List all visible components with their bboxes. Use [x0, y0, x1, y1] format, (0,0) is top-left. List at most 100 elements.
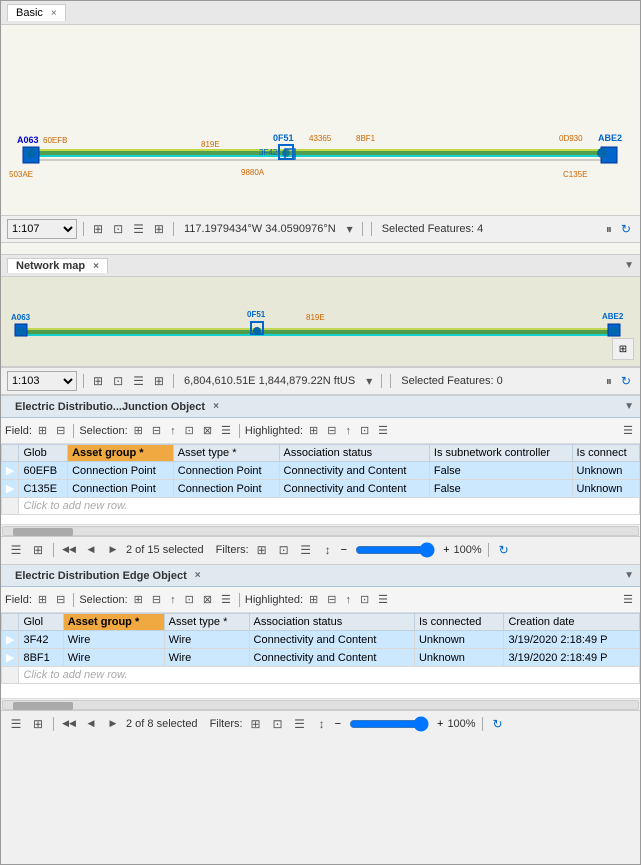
- nav-first-btn[interactable]: ◀◀: [60, 541, 78, 559]
- network-scale-select[interactable]: 1:103: [7, 371, 77, 391]
- edge-collapse[interactable]: ▼: [624, 570, 634, 581]
- zoom-out-icon[interactable]: −: [341, 544, 347, 556]
- network-map-tab[interactable]: Network map ×: [7, 258, 108, 273]
- edge-h-scroll[interactable]: [1, 698, 640, 710]
- col-glob[interactable]: Glob: [19, 445, 68, 462]
- hi-btn1[interactable]: ⊞: [306, 422, 321, 439]
- hi-btn3[interactable]: ↑: [342, 423, 354, 439]
- junction-menu-btn[interactable]: ☰: [620, 422, 636, 439]
- edge-hi-btn5[interactable]: ☰: [375, 591, 391, 608]
- layer-list-btn[interactable]: ☰: [130, 221, 147, 237]
- edge-nav-first-btn[interactable]: ◀◀: [60, 715, 78, 733]
- edge-col-creation-date[interactable]: Creation date: [504, 614, 640, 631]
- edge-field-btn2[interactable]: ⊟: [53, 591, 68, 608]
- edge-nav-next-btn[interactable]: ▶: [104, 715, 122, 733]
- net-zoom-extent-btn[interactable]: ⊞: [90, 373, 106, 389]
- edge-filter-btn2[interactable]: ⊡: [269, 715, 287, 733]
- scale-select[interactable]: 1:107: [7, 219, 77, 239]
- filter-sort-btn[interactable]: ↕: [319, 541, 337, 559]
- edge-sel-btn2[interactable]: ⊟: [149, 591, 164, 608]
- table-row[interactable]: ▶ 8BF1 Wire Wire Connectivity and Conten…: [2, 649, 640, 667]
- nav-next-btn[interactable]: ▶: [104, 541, 122, 559]
- junction-table-scroll[interactable]: Glob Asset group * Asset type * Associat…: [1, 444, 640, 524]
- junction-collapse[interactable]: ▼: [624, 401, 634, 412]
- col-asset-group[interactable]: Asset group *: [68, 445, 174, 462]
- junction-h-scroll[interactable]: [1, 524, 640, 536]
- add-new-row[interactable]: Click to add new row.: [2, 498, 640, 515]
- edge-sel-btn1[interactable]: ⊞: [131, 591, 146, 608]
- refresh-btn[interactable]: ↻: [618, 221, 634, 237]
- filter-btn1[interactable]: ⊞: [253, 541, 271, 559]
- net-refresh-btn[interactable]: ↻: [618, 373, 634, 389]
- network-map-collapse[interactable]: ▼: [624, 260, 634, 271]
- table-row[interactable]: ▶ 60EFB Connection Point Connection Poin…: [2, 462, 640, 480]
- edge-sel-btn3[interactable]: ↑: [167, 592, 179, 608]
- toggle-edit-btn[interactable]: ☰: [7, 541, 25, 559]
- net-pause-btn[interactable]: ⏸: [603, 373, 615, 390]
- edge-menu-btn[interactable]: ☰: [620, 591, 636, 608]
- edge-toggle-edit-btn[interactable]: ☰: [7, 715, 25, 733]
- sel-btn5[interactable]: ⊠: [200, 422, 215, 439]
- map-options-btn[interactable]: ⊞: [151, 221, 167, 237]
- filter-btn2[interactable]: ⊡: [275, 541, 293, 559]
- hi-btn2[interactable]: ⊟: [324, 422, 339, 439]
- edge-col-assoc-status[interactable]: Association status: [249, 614, 414, 631]
- field-btn1[interactable]: ⊞: [35, 422, 50, 439]
- col-subnetwork[interactable]: Is subnetwork controller: [429, 445, 572, 462]
- edge-filter-btn3[interactable]: ☰: [291, 715, 309, 733]
- edge-nav-prev-btn[interactable]: ◀: [82, 715, 100, 733]
- sel-btn2[interactable]: ⊟: [149, 422, 164, 439]
- network-map-canvas[interactable]: A063 0F51 819E ABE2 ⊞: [1, 277, 640, 367]
- col-assoc-status[interactable]: Association status: [279, 445, 429, 462]
- edge-col-glob[interactable]: Glol: [19, 614, 63, 631]
- edge-sel-btn5[interactable]: ⊠: [200, 591, 215, 608]
- edge-hi-btn4[interactable]: ⊡: [357, 591, 372, 608]
- add-new-row[interactable]: Click to add new row.: [2, 667, 640, 684]
- sel-btn4[interactable]: ⊡: [182, 422, 197, 439]
- field-btn2[interactable]: ⊟: [53, 422, 68, 439]
- edge-filter-btn1[interactable]: ⊞: [247, 715, 265, 733]
- edge-hi-btn1[interactable]: ⊞: [306, 591, 321, 608]
- sel-btn1[interactable]: ⊞: [131, 422, 146, 439]
- table-refresh-btn[interactable]: ↻: [495, 541, 513, 559]
- edge-refresh-btn[interactable]: ↻: [489, 715, 507, 733]
- net-coord-dropdown[interactable]: ▾: [363, 373, 375, 389]
- table-row[interactable]: ▶ C135E Connection Point Connection Poin…: [2, 480, 640, 498]
- edge-col-asset-type[interactable]: Asset type *: [164, 614, 249, 631]
- edge-sel-btn6[interactable]: ☰: [218, 591, 234, 608]
- edge-field-btn1[interactable]: ⊞: [35, 591, 50, 608]
- filter-btn3[interactable]: ☰: [297, 541, 315, 559]
- add-row-label[interactable]: Click to add new row.: [19, 667, 640, 684]
- edge-hi-btn3[interactable]: ↑: [342, 592, 354, 608]
- net-options-btn[interactable]: ⊞: [151, 373, 167, 389]
- junction-tab[interactable]: Electric Distributio...Junction Object ×: [7, 400, 227, 414]
- edge-tab[interactable]: Electric Distribution Edge Object ×: [7, 569, 209, 583]
- col-is-connect[interactable]: Is connect: [572, 445, 639, 462]
- add-row-label[interactable]: Click to add new row.: [19, 498, 640, 515]
- sel-btn3[interactable]: ↑: [167, 423, 179, 439]
- edge-close[interactable]: ×: [195, 570, 201, 581]
- net-select-btn[interactable]: ⊡: [110, 373, 126, 389]
- minimap-btn[interactable]: ⊞: [612, 338, 634, 360]
- coord-dropdown-btn[interactable]: ▾: [344, 221, 356, 237]
- network-map-close[interactable]: ×: [93, 261, 99, 272]
- net-layers-btn[interactable]: ☰: [130, 373, 147, 389]
- map-canvas[interactable]: A063 60EFB 503AE 819E 3F42 0F51 43365 98…: [1, 25, 640, 215]
- main-tab[interactable]: Basic ×: [7, 4, 66, 21]
- zoom-in-icon[interactable]: +: [443, 544, 449, 556]
- junction-close[interactable]: ×: [213, 401, 219, 412]
- hi-btn5[interactable]: ☰: [375, 422, 391, 439]
- edge-hi-btn2[interactable]: ⊟: [324, 591, 339, 608]
- toggle-view-btn[interactable]: ⊞: [29, 541, 47, 559]
- edge-toggle-view-btn[interactable]: ⊞: [29, 715, 47, 733]
- hi-btn4[interactable]: ⊡: [357, 422, 372, 439]
- edge-zoom-out-icon[interactable]: −: [335, 718, 341, 730]
- sel-btn6[interactable]: ☰: [218, 422, 234, 439]
- zoom-to-extent-btn[interactable]: ⊞: [90, 221, 106, 237]
- zoom-slider[interactable]: [355, 542, 435, 558]
- edge-sel-btn4[interactable]: ⊡: [182, 591, 197, 608]
- pause-btn[interactable]: ⏸: [603, 221, 615, 238]
- edge-table-scroll[interactable]: Glol Asset group * Asset type * Associat…: [1, 613, 640, 698]
- nav-prev-btn[interactable]: ◀: [82, 541, 100, 559]
- edge-zoom-in-icon[interactable]: +: [437, 718, 443, 730]
